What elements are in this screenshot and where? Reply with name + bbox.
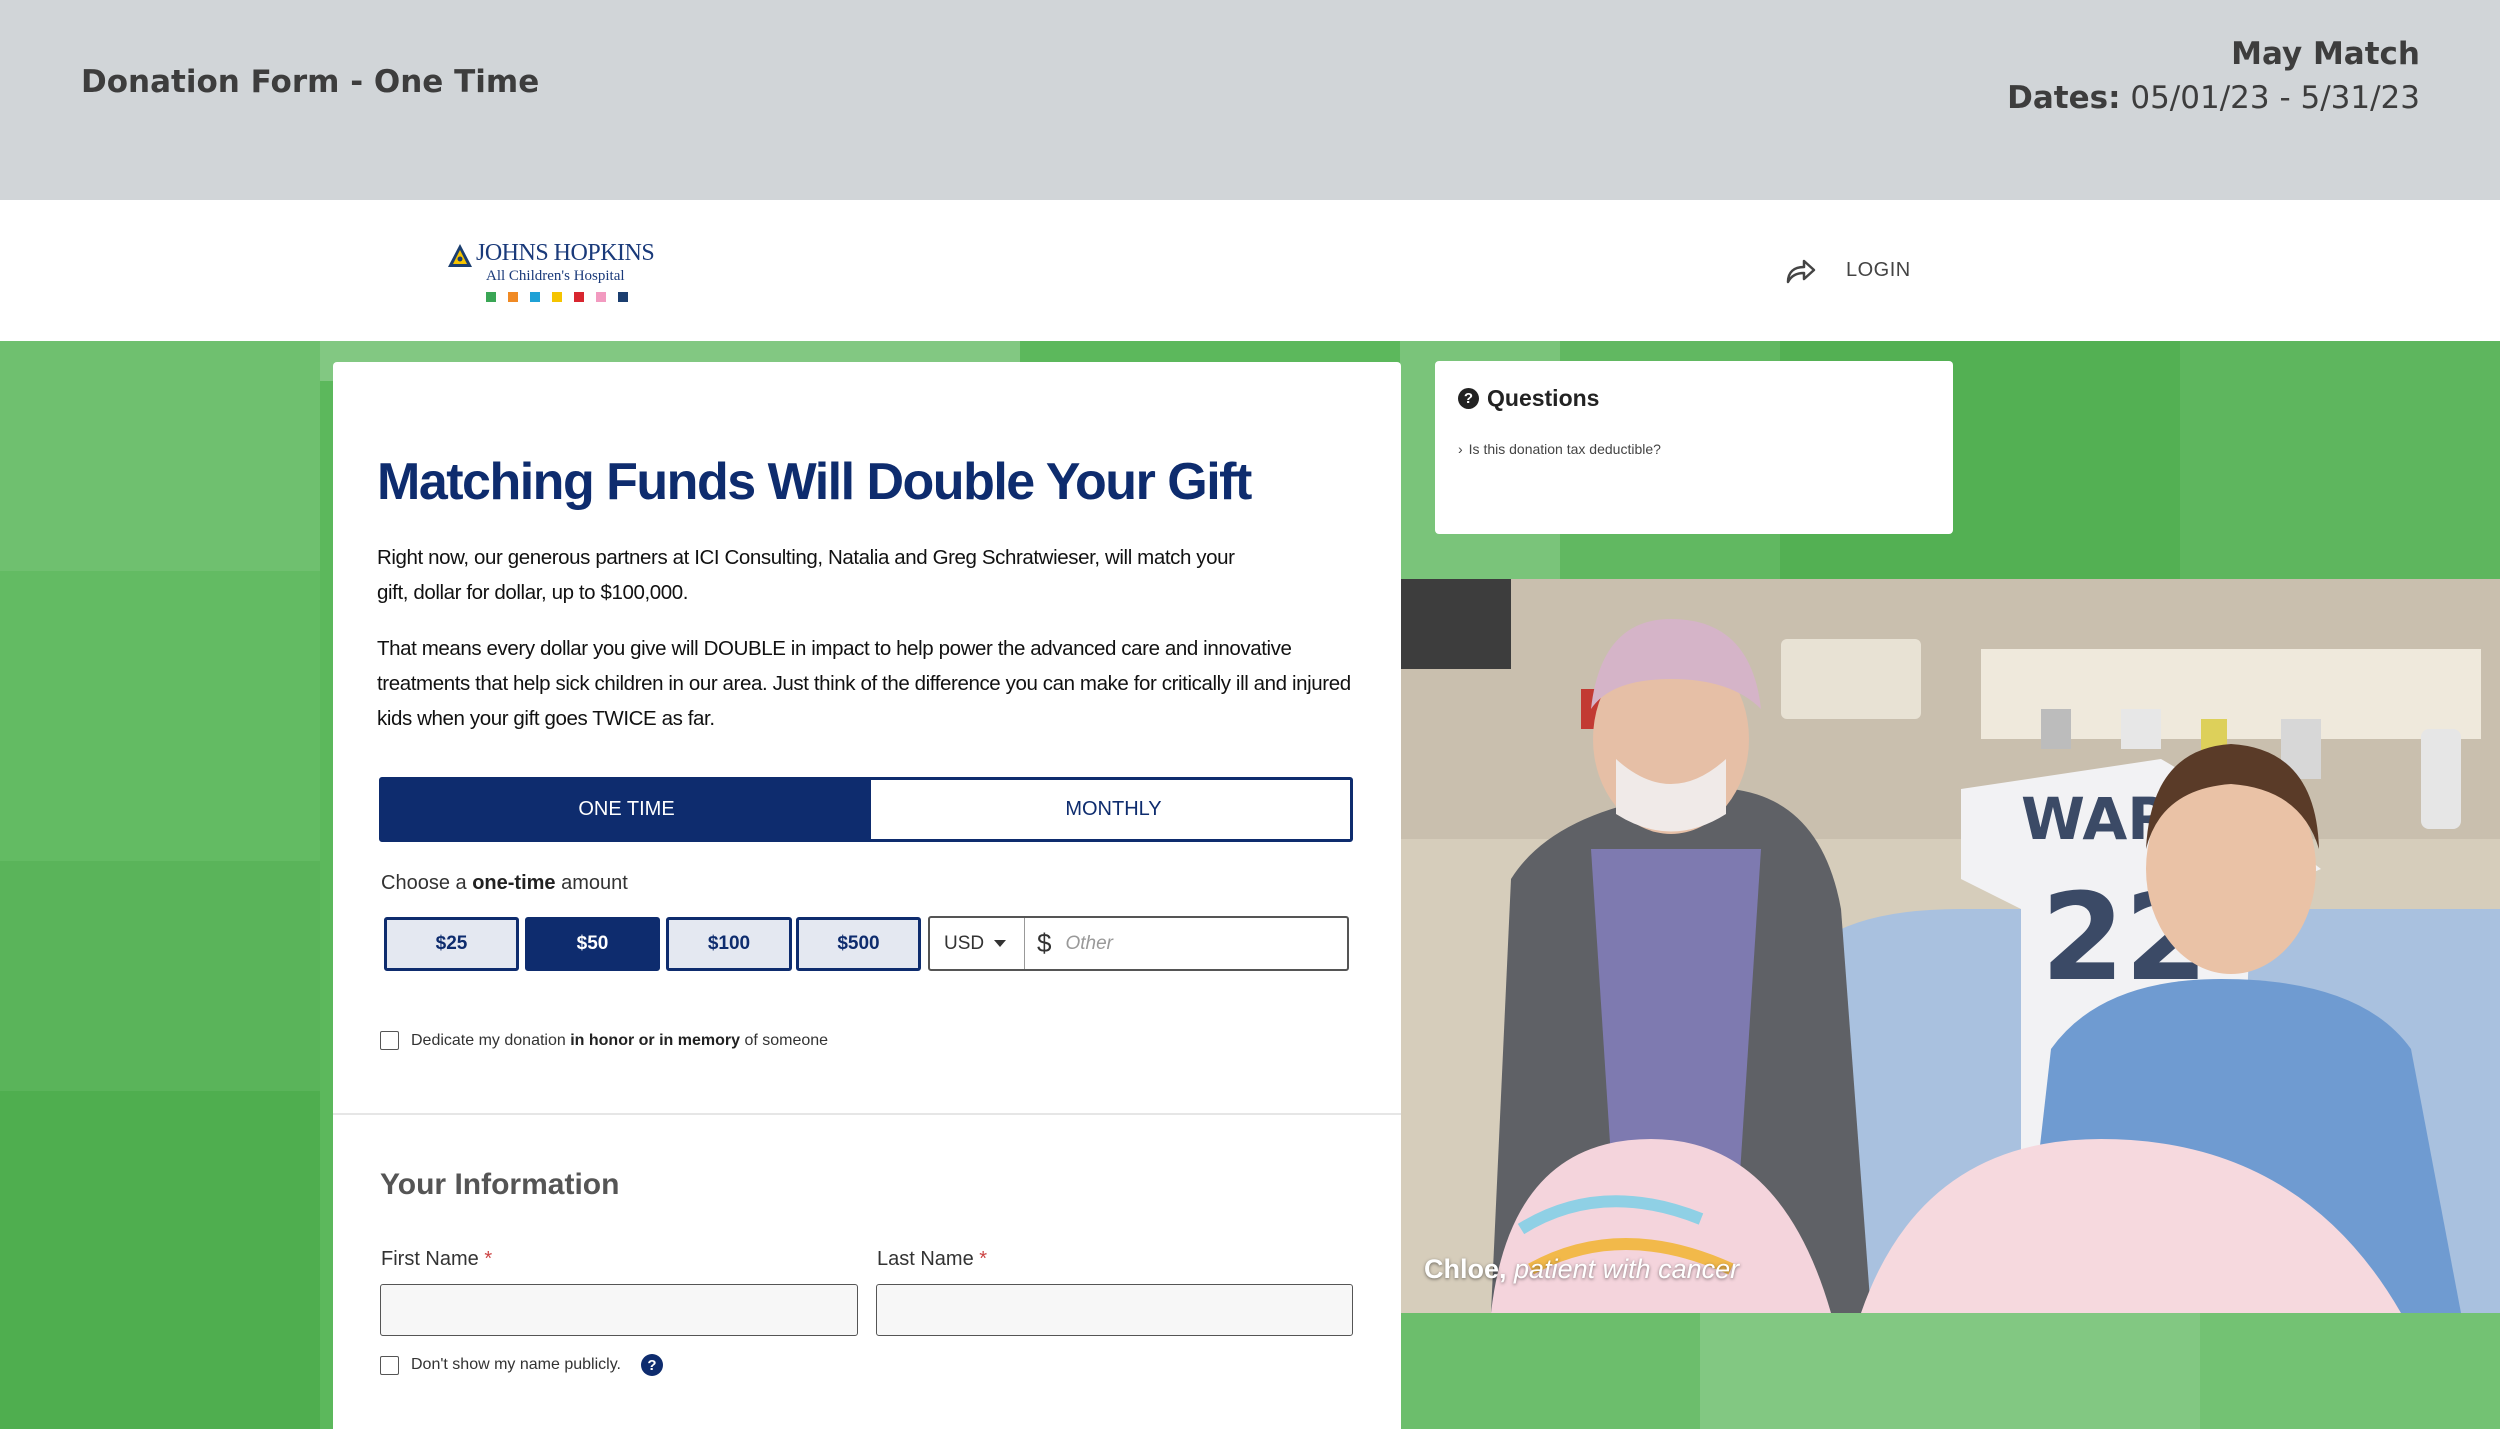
dedicate-row: Dedicate my donation in honor or in memo… xyxy=(380,1031,828,1050)
last-name-label: Last Name * xyxy=(877,1248,987,1271)
amount-button-25[interactable]: $25 xyxy=(384,917,519,971)
choose-suffix: amount xyxy=(561,872,628,894)
amount-button-100[interactable]: $100 xyxy=(666,917,792,971)
intro-paragraph: Right now, our generous partners at ICI … xyxy=(377,546,1235,604)
logo-subname: All Children's Hospital xyxy=(486,268,625,284)
donation-card xyxy=(333,362,1401,1429)
dedicate-prefix: Dedicate my donation xyxy=(411,1031,566,1049)
amount-button-50[interactable]: $50 xyxy=(525,917,660,971)
dollar-sign: $ xyxy=(1037,928,1052,958)
currency-select[interactable]: USD xyxy=(930,918,1025,969)
choose-bold: one-time xyxy=(472,872,556,894)
patient-photo: WARRI 22 xyxy=(1401,579,2500,1313)
chevron-right-icon: › xyxy=(1458,441,1463,457)
dedicate-label: Dedicate my donation in honor or in memo… xyxy=(411,1032,828,1050)
faq-item-label: Is this donation tax deductible? xyxy=(1468,441,1661,457)
campaign-info: May Match Dates: 05/01/23 - 5/31/23 xyxy=(2007,34,2420,122)
tab-monthly[interactable]: MONTHLY xyxy=(871,780,1350,839)
your-information-title: Your Information xyxy=(380,1168,620,1201)
faq-item[interactable]: › Is this donation tax deductible? xyxy=(1458,441,1661,457)
hide-name-checkbox[interactable] xyxy=(380,1355,399,1375)
required-mark: * xyxy=(484,1248,493,1270)
amount-label: $25 xyxy=(435,933,468,954)
share-icon[interactable] xyxy=(1784,256,1818,286)
dedicate-checkbox[interactable] xyxy=(380,1031,399,1050)
logo-dot xyxy=(530,292,540,302)
dates-label: Dates: xyxy=(2007,80,2121,116)
amount-label: $100 xyxy=(707,933,751,954)
other-amount-input[interactable]: Other xyxy=(1051,933,1113,955)
required-mark: * xyxy=(979,1248,988,1270)
campaign-dates: Dates: 05/01/23 - 5/31/23 xyxy=(2007,74,2420,122)
site-header xyxy=(0,200,2500,341)
dates-value: 05/01/23 - 5/31/23 xyxy=(2130,80,2420,116)
logo-dot xyxy=(596,292,606,302)
hide-name-label: Don't show my name publicly. xyxy=(411,1356,621,1373)
login-link[interactable]: LOGIN xyxy=(1846,259,1911,282)
logo-dot xyxy=(618,292,628,302)
logo-name: JOHNS HOPKINS xyxy=(476,240,655,266)
questions-title-row: ? Questions xyxy=(1458,385,1599,412)
first-name-label: First Name * xyxy=(381,1248,492,1271)
amount-button-500[interactable]: $500 xyxy=(796,917,921,971)
last-name-field[interactable] xyxy=(876,1284,1353,1336)
logo-dot xyxy=(574,292,584,302)
last-name-label-text: Last Name xyxy=(877,1248,974,1270)
form-type-title: Donation Form - One Time xyxy=(81,64,540,100)
logo-dot xyxy=(508,292,518,302)
caption-description: patient with cancer xyxy=(1514,1254,1740,1284)
photo-caption: Chloe, patient with cancer xyxy=(1424,1254,1739,1285)
other-amount-group: USD $ Other xyxy=(928,916,1349,971)
logo-dot xyxy=(486,292,496,302)
hospital-logo[interactable]: JOHNS HOPKINS All Children's Hospital xyxy=(446,240,655,306)
tab-one-time[interactable]: ONE TIME xyxy=(382,780,871,839)
amount-label: $50 xyxy=(576,933,609,954)
frequency-toggle: ONE TIME MONTHLY xyxy=(379,777,1353,842)
first-name-label-text: First Name xyxy=(381,1248,479,1270)
question-circle-icon: ? xyxy=(1458,388,1479,409)
currency-value: USD xyxy=(944,932,985,954)
logo-dot xyxy=(552,292,562,302)
help-icon[interactable]: ? xyxy=(640,1354,663,1376)
dedicate-bold: in honor or in memory xyxy=(570,1031,741,1049)
logo-color-dots xyxy=(486,292,628,302)
hide-name-row: Don't show my name publicly. ? xyxy=(380,1354,663,1376)
impact-paragraph: That means every dollar you give will DO… xyxy=(377,637,1351,730)
caret-down-icon xyxy=(994,940,1007,947)
headline: Matching Funds Will Double Your Gift xyxy=(377,453,1252,511)
first-name-field[interactable] xyxy=(380,1284,858,1336)
questions-title: Questions xyxy=(1487,385,1600,411)
caption-name: Chloe, xyxy=(1424,1254,1507,1284)
shield-logo-icon xyxy=(448,244,472,267)
choose-amount-label: Choose a one-time amount xyxy=(381,872,628,895)
amount-label: $500 xyxy=(837,933,880,954)
choose-prefix: Choose a xyxy=(381,872,467,894)
campaign-name: May Match xyxy=(2231,36,2420,72)
section-divider xyxy=(333,1113,1401,1115)
photo-illustration: WARRI 22 xyxy=(1401,579,2500,1313)
dedicate-suffix: of someone xyxy=(744,1031,829,1049)
